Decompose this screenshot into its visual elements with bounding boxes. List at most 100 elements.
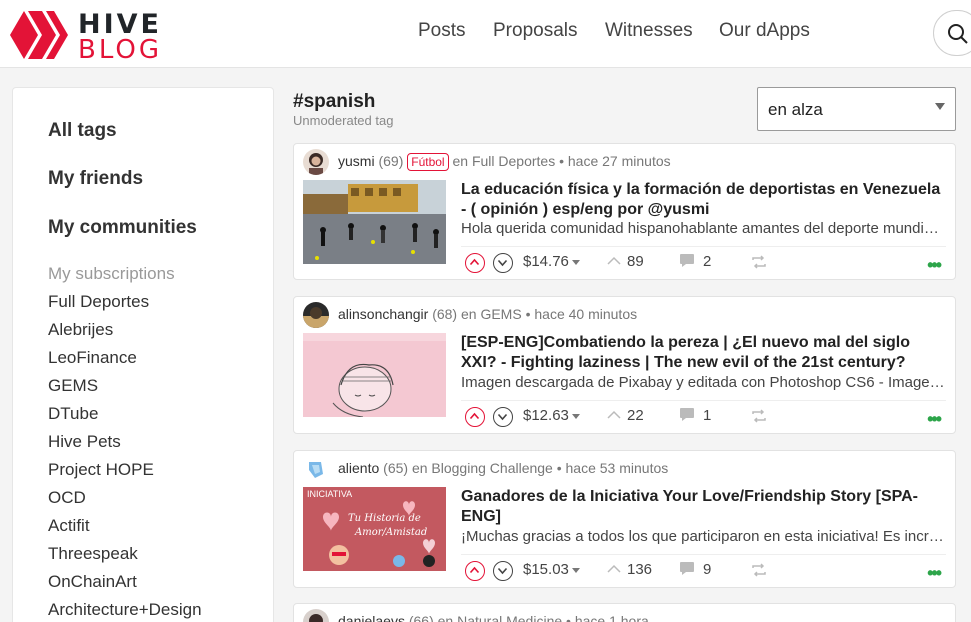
chevron-down-icon	[497, 567, 508, 575]
caret-down-icon	[571, 259, 580, 265]
post-thumbnail[interactable]	[303, 333, 446, 417]
comments-count[interactable]: 1	[679, 407, 711, 424]
post-actions: $14.76 89 2 •••	[461, 246, 946, 280]
comments-count[interactable]: 2	[679, 253, 711, 270]
nav-posts[interactable]: Posts	[418, 20, 466, 42]
reblog-button[interactable]	[751, 255, 767, 274]
downvote-button[interactable]	[493, 253, 513, 273]
logo-text-blog: BLOG	[78, 35, 163, 65]
downvote-button[interactable]	[493, 407, 513, 427]
author-name[interactable]: yusmi	[338, 153, 375, 169]
sidebar-item-ocd[interactable]: OCD	[48, 488, 86, 508]
post-title[interactable]: Ganadores de la Iniciativa Your Love/Fri…	[461, 487, 946, 527]
comments-count[interactable]: 9	[679, 561, 711, 578]
author-badge: Fútbol	[407, 153, 449, 171]
avatar[interactable]	[303, 302, 329, 328]
reblog-button[interactable]	[751, 563, 767, 582]
author-name[interactable]: alinsonchangir	[338, 306, 428, 322]
sidebar-subscriptions-heading: My subscriptions	[48, 264, 175, 283]
chevron-down-icon	[497, 413, 508, 421]
post-card[interactable]: alinsonchangir (68) en GEMS • hace 40 mi…	[293, 296, 956, 434]
sidebar-item-gems[interactable]: GEMS	[48, 376, 98, 396]
sidebar-item-onchainart[interactable]: OnChainArt	[48, 572, 137, 592]
votes-value: 136	[627, 561, 653, 578]
post-card[interactable]: aliento (65) en Blogging Challenge • hac…	[293, 450, 956, 588]
votes-value: 22	[627, 407, 644, 424]
chevron-down-icon	[497, 259, 508, 267]
downvote-button[interactable]	[493, 561, 513, 581]
post-excerpt[interactable]: Imagen descargada de Pixabay y editada c…	[461, 374, 946, 391]
sidebar-item-leofinance[interactable]: LeoFinance	[48, 348, 137, 368]
avatar[interactable]	[303, 456, 329, 482]
sidebar: All tags My friends My communities My su…	[12, 87, 274, 622]
post-meta: danielaevs (66) en Natural Medicine • ha…	[338, 613, 649, 622]
nav-witnesses[interactable]: Witnesses	[605, 20, 693, 42]
hive-blog-logo[interactable]: HIVE BLOG	[10, 9, 180, 65]
comments-value: 2	[703, 253, 712, 270]
upvote-button[interactable]	[465, 407, 485, 427]
post-card[interactable]: yusmi (69) Fútbol en Full Deportes • hac…	[293, 143, 956, 280]
post-excerpt[interactable]: Hola querida comunidad hispanohablante a…	[461, 220, 946, 237]
community-link[interactable]: en GEMS	[461, 306, 522, 322]
nav-our-dapps[interactable]: Our dApps	[719, 20, 810, 42]
sort-value: en alza	[768, 100, 823, 119]
comments-value: 9	[703, 561, 712, 578]
avatar[interactable]	[303, 609, 329, 622]
post-meta: yusmi (69) Fútbol en Full Deportes • hac…	[338, 153, 671, 171]
more-options-button[interactable]: •••	[927, 563, 942, 584]
author-name[interactable]: danielaevs	[338, 613, 405, 622]
reblog-icon	[752, 563, 766, 577]
sidebar-item-alebrijes[interactable]: Alebrijes	[48, 320, 113, 340]
search-button[interactable]	[933, 10, 971, 56]
author-reputation: (65)	[383, 460, 409, 476]
sidebar-my-communities[interactable]: My communities	[48, 217, 197, 239]
post-thumbnail[interactable]: Tu Historia de Amor/Amistad INICIATIVA	[303, 487, 446, 571]
more-options-button[interactable]: •••	[927, 255, 942, 276]
thumbnail-caption: INICIATIVA	[307, 489, 353, 499]
payout-dropdown[interactable]: $12.63	[523, 407, 580, 424]
sidebar-all-tags[interactable]: All tags	[48, 120, 117, 142]
reblog-icon	[752, 409, 766, 423]
sidebar-item-dtube[interactable]: DTube	[48, 404, 98, 424]
community-link[interactable]: en Full Deportes	[453, 153, 556, 169]
reblog-button[interactable]	[751, 409, 767, 428]
payout-dropdown[interactable]: $14.76	[523, 253, 580, 270]
chevron-up-icon	[469, 258, 480, 266]
sidebar-item-actifit[interactable]: Actifit	[48, 516, 90, 536]
sidebar-item-threespeak[interactable]: Threespeak	[48, 544, 138, 564]
sidebar-item-hive-pets[interactable]: Hive Pets	[48, 432, 121, 452]
votes-count[interactable]: 22	[607, 407, 644, 424]
post-card[interactable]: danielaevs (66) en Natural Medicine • ha…	[293, 603, 956, 622]
post-title[interactable]: La educación física y la formación de de…	[461, 180, 946, 220]
votes-count[interactable]: 89	[607, 253, 644, 270]
sidebar-item-full-deportes[interactable]: Full Deportes	[48, 292, 149, 312]
sidebar-item-project-hope[interactable]: Project HOPE	[48, 460, 154, 480]
payout-value: $15.03	[523, 561, 569, 578]
author-reputation: (68)	[432, 306, 458, 322]
community-link[interactable]: en Natural Medicine	[438, 613, 563, 622]
post-actions: $12.63 22 1 •••	[461, 400, 946, 434]
more-options-button[interactable]: •••	[927, 409, 942, 430]
sidebar-my-friends[interactable]: My friends	[48, 168, 143, 190]
comment-icon	[680, 254, 694, 267]
payout-dropdown[interactable]: $15.03	[523, 561, 580, 578]
nav-proposals[interactable]: Proposals	[493, 20, 578, 42]
post-thumbnail[interactable]	[303, 180, 446, 264]
sort-select[interactable]: en alza	[757, 87, 956, 131]
reblog-icon	[752, 255, 766, 269]
author-name[interactable]: aliento	[338, 460, 379, 476]
top-header: HIVE BLOG Posts Proposals Witnesses Our …	[0, 0, 971, 68]
sidebar-item-architecture-design[interactable]: Architecture+Design	[48, 600, 202, 620]
upvote-button[interactable]	[465, 561, 485, 581]
avatar[interactable]	[303, 149, 329, 175]
post-title[interactable]: [ESP-ENG]Combatiendo la pereza | ¿El nue…	[461, 333, 946, 373]
votes-count[interactable]: 136	[607, 561, 652, 578]
chevron-up-icon	[469, 412, 480, 420]
comments-value: 1	[703, 407, 712, 424]
post-time: • hace 1 hora	[566, 613, 649, 622]
community-link[interactable]: en Blogging Challenge	[412, 460, 553, 476]
post-excerpt[interactable]: ¡Muchas gracias a todos los que particip…	[461, 528, 946, 545]
upvote-button[interactable]	[465, 253, 485, 273]
post-meta: aliento (65) en Blogging Challenge • hac…	[338, 460, 668, 476]
tag-title: #spanish	[293, 91, 376, 112]
